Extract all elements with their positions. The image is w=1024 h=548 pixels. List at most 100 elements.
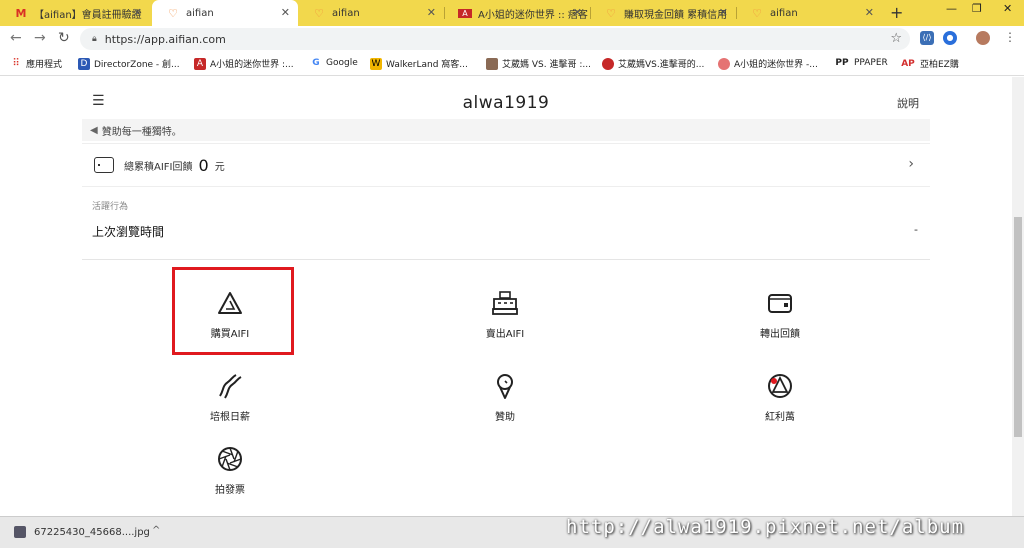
highlight-box: [172, 267, 294, 355]
restore-icon[interactable]: ❐: [972, 2, 982, 15]
scrollbar[interactable]: [1012, 77, 1024, 516]
close-icon[interactable]: ✕: [133, 6, 142, 19]
pixnet-icon: A: [458, 8, 472, 18]
action-label: 轉出回饋: [760, 329, 800, 340]
back-icon[interactable]: ←: [10, 30, 22, 46]
bookmark-label: WalkerLand 窩客...: [386, 60, 468, 70]
bookmark-google[interactable]: G Google: [310, 57, 358, 69]
bacon-wage-button[interactable]: 培根日薪: [170, 372, 290, 423]
bookmark-label: PPAPER: [854, 58, 888, 68]
tab-aifian[interactable]: ♡ aifian ✕: [298, 0, 444, 26]
wallet-icon: [94, 157, 114, 173]
last-visit-label: 上次瀏覽時間: [92, 225, 165, 239]
bookmark-blog[interactable]: A小姐的迷你世界 -...: [718, 57, 818, 70]
download-item[interactable]: 67225430_45668....jpg: [14, 526, 150, 538]
blog-icon: [486, 57, 498, 70]
page-title: alwa1919: [462, 93, 550, 113]
blog-icon: [718, 57, 730, 70]
bonus-button[interactable]: 紅利萬: [720, 372, 840, 423]
bookmark-label: 應用程式: [26, 60, 63, 70]
close-window-icon[interactable]: ✕: [1003, 2, 1012, 15]
gmail-icon: M: [15, 6, 27, 20]
divider: [82, 259, 930, 260]
activity-heading: 活躍行為: [92, 202, 129, 212]
profile-avatar-icon[interactable]: [976, 31, 990, 45]
bookmark-label: 艾葳媽 VS. 進擊哥 :...: [502, 60, 591, 70]
scrollbar-thumb[interactable]: [1014, 217, 1022, 437]
notice-text: 贊助每一種獨特。: [101, 126, 182, 138]
total-reward-row[interactable]: 總累積AIFI回饋 0 元 ›: [82, 143, 930, 187]
scan-invoice-button[interactable]: 拍發票: [170, 445, 290, 496]
aifian-icon: ♡: [606, 6, 616, 20]
tab-cashback[interactable]: ♡ 賺取現金回饋 累積信用 ✕: [590, 0, 736, 26]
bookmark-label: 艾葳媽VS.進擊哥的...: [618, 60, 705, 70]
bookmark-apps[interactable]: ⠿ 應用程式: [10, 57, 63, 71]
last-visit-value: -: [914, 223, 918, 236]
new-tab-icon[interactable]: +: [890, 3, 903, 22]
tab-label: aifian: [770, 7, 798, 19]
sell-aifi-button[interactable]: 賣出AIFI: [445, 289, 565, 340]
close-icon[interactable]: ✕: [865, 6, 874, 19]
camera-shutter-icon: [218, 447, 242, 471]
bookmark-label: 亞柏EZ購: [920, 60, 959, 70]
extension-icon[interactable]: ●: [943, 31, 957, 45]
url-text: https://app.aifian.com: [104, 32, 226, 46]
extension-icon[interactable]: ⟨/⟩: [920, 31, 934, 45]
help-link[interactable]: 說明: [897, 95, 919, 111]
close-icon[interactable]: ✕: [281, 6, 290, 19]
wallet-icon: [768, 294, 792, 313]
action-label: 賣出AIFI: [485, 329, 525, 340]
walkerland-icon: W: [370, 57, 382, 70]
bookmark-blog[interactable]: 艾葳媽VS.進擊哥的...: [602, 57, 704, 70]
aifian-icon: ♡: [168, 6, 178, 20]
tab-aifian-active[interactable]: ♡ aifian ✕: [152, 0, 298, 26]
bookmark-pixnet[interactable]: A A小姐的迷你世界 :...: [194, 57, 294, 70]
apps-grid-icon: ⠿: [12, 57, 20, 69]
bookmark-blog[interactable]: 艾葳媽 VS. 進擊哥 :...: [486, 57, 591, 70]
sponsor-button[interactable]: 贊助: [445, 372, 565, 423]
bookmark-ap[interactable]: AP 亞柏EZ購: [900, 57, 959, 71]
bookmark-directorzone[interactable]: D DirectorZone - 創...: [78, 57, 180, 70]
action-label: 培根日薪: [210, 412, 250, 423]
chevron-up-icon[interactable]: ^: [152, 525, 160, 536]
close-icon[interactable]: ✕: [427, 6, 436, 19]
reload-icon[interactable]: ↻: [58, 30, 70, 46]
tab-label: aifian: [186, 7, 214, 19]
bonus-wheel-icon: [768, 374, 792, 398]
bookmark-label: Google: [326, 58, 358, 68]
tab-label: A小姐的迷你世界 :: 痞客: [478, 9, 588, 21]
speaker-icon: ◀︎: [90, 124, 98, 136]
bookmark-label: A小姐的迷你世界 -...: [734, 60, 818, 70]
download-filename: 67225430_45668....jpg: [34, 526, 150, 538]
blog-icon: [602, 57, 614, 70]
action-label: 贊助: [495, 412, 515, 423]
minimize-icon[interactable]: —: [946, 2, 957, 15]
tab-aifian[interactable]: ♡ aifian ✕: [736, 0, 882, 26]
bookmark-label: DirectorZone - 創...: [94, 60, 180, 70]
ap-icon: AP: [901, 58, 915, 69]
menu-kebab-icon[interactable]: ⋮: [1004, 30, 1016, 44]
close-icon[interactable]: ✕: [719, 6, 728, 19]
notice-banner: ◀︎ 贊助每一種獨特。: [82, 119, 930, 141]
app-page: ☰ alwa1919 說明 ◀︎ 贊助每一種獨特。 總累積AIFI回饋 0 元 …: [0, 77, 1012, 516]
bookmark-label: A小姐的迷你世界 :...: [210, 60, 294, 70]
tab-pixnet[interactable]: A A小姐的迷你世界 :: 痞客 ✕: [444, 0, 590, 26]
tab-gmail[interactable]: M 【aifian】會員註冊驗證 ✕: [0, 0, 150, 26]
directorzone-icon: D: [78, 57, 90, 70]
reward-unit: 元: [214, 161, 225, 173]
tab-label: 賺取現金回饋 累積信用: [624, 9, 728, 21]
address-bar[interactable]: 🔒︎ https://app.aifian.com ☆: [80, 28, 910, 50]
ice-cream-icon: [497, 374, 513, 399]
transfer-reward-button[interactable]: 轉出回饋: [720, 289, 840, 340]
chevron-right-icon[interactable]: ›: [908, 156, 914, 172]
google-icon: G: [312, 58, 320, 68]
bacon-icon: [219, 374, 242, 399]
bookmark-walkerland[interactable]: W WalkerLand 窩客...: [370, 57, 468, 70]
image-file-icon: [14, 526, 26, 538]
bookmark-ppaper[interactable]: PP PPAPER: [834, 57, 888, 69]
ppaper-icon: PP: [835, 58, 849, 68]
reward-value: 0: [198, 155, 209, 175]
close-icon[interactable]: ✕: [573, 6, 582, 19]
forward-icon[interactable]: →: [34, 30, 46, 46]
bookmark-star-icon[interactable]: ☆: [890, 31, 902, 46]
